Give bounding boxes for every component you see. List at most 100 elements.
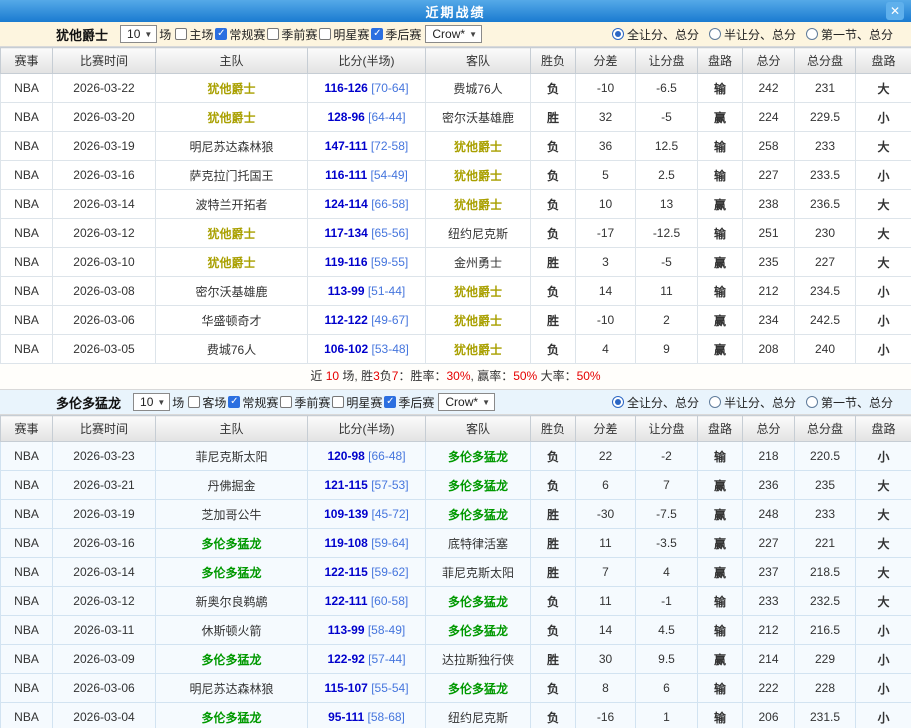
handicap-line-cell: -6.5: [636, 74, 698, 103]
total-points-cell: 236: [743, 471, 795, 500]
checkbox-label: 季后赛: [385, 26, 421, 43]
stat-mode-radio[interactable]: 第一节、总分: [806, 394, 893, 411]
league-cell: NBA: [1, 674, 53, 703]
full-score: 122-115: [324, 565, 367, 579]
point-diff-cell: -10: [576, 74, 636, 103]
checkbox-icon[interactable]: ✓: [384, 396, 396, 408]
point-diff-cell: 14: [576, 616, 636, 645]
handicap-result-cell: 输: [698, 442, 743, 471]
bookmaker-select[interactable]: Crow* ▼: [438, 393, 495, 411]
radio-icon[interactable]: [806, 28, 818, 40]
away-team-cell: 犹他爵士: [426, 306, 531, 335]
filter-checkbox[interactable]: 季前赛: [267, 26, 317, 43]
away-team-cell: 菲尼克斯太阳: [426, 558, 531, 587]
full-score: 121-115: [324, 478, 367, 492]
result-cell: 胜: [531, 500, 576, 529]
result-cell: 负: [531, 335, 576, 364]
point-diff-cell: 4: [576, 335, 636, 364]
away-team-cell: 费城76人: [426, 74, 531, 103]
matches-table: 赛事比赛时间主队比分(半场)客队胜负分差让分盘盘路总分总分盘盘路 NBA2026…: [0, 47, 911, 364]
total-line-cell: 230: [795, 219, 856, 248]
result-cell: 负: [531, 616, 576, 645]
stat-mode-radio[interactable]: 半让分、总分: [709, 394, 796, 411]
filter-checkbox[interactable]: ✓常规赛: [215, 26, 265, 43]
league-cell: NBA: [1, 190, 53, 219]
checkbox-icon[interactable]: ✓: [228, 396, 240, 408]
filter-checkbox[interactable]: 季前赛: [280, 394, 330, 411]
date-cell: 2026-03-10: [53, 248, 156, 277]
column-header: 让分盘: [636, 48, 698, 74]
result-cell: 胜: [531, 248, 576, 277]
handicap-result-cell: 赢: [698, 558, 743, 587]
table-body: NBA2026-03-23菲尼克斯太阳120-98 [66-48]多伦多猛龙负2…: [1, 442, 911, 728]
column-header: 总分: [743, 48, 795, 74]
checkbox-icon[interactable]: [267, 28, 279, 40]
full-score: 119-108: [324, 536, 367, 550]
total-points-cell: 258: [743, 132, 795, 161]
half-score: [54-49]: [371, 168, 408, 182]
games-count-select[interactable]: 10 ▼: [120, 25, 157, 43]
filter-checkbox[interactable]: ✓常规赛: [228, 394, 278, 411]
home-team-cell: 多伦多猛龙: [156, 529, 308, 558]
total-line-cell: 227: [795, 248, 856, 277]
over-under-cell: 小: [856, 674, 911, 703]
checkbox-icon[interactable]: [175, 28, 187, 40]
stat-mode-radio[interactable]: 半让分、总分: [709, 26, 796, 43]
checkbox-icon[interactable]: [332, 396, 344, 408]
home-team-cell: 犹他爵士: [156, 248, 308, 277]
checkbox-icon[interactable]: ✓: [215, 28, 227, 40]
match-row: NBA2026-03-16多伦多猛龙119-108 [59-64]底特律活塞胜1…: [1, 529, 911, 558]
total-line-cell: 221: [795, 529, 856, 558]
close-icon[interactable]: ✕: [886, 2, 904, 20]
total-points-cell: 248: [743, 500, 795, 529]
handicap-result-cell: 赢: [698, 306, 743, 335]
column-header: 主队: [156, 416, 308, 442]
summary-text: 3: [373, 369, 380, 383]
date-cell: 2026-03-16: [53, 529, 156, 558]
radio-icon[interactable]: [709, 396, 721, 408]
checkbox-icon[interactable]: [280, 396, 292, 408]
checkbox-icon[interactable]: [188, 396, 200, 408]
radio-icon[interactable]: [709, 28, 721, 40]
stat-mode-radio[interactable]: 全让分、总分: [612, 394, 699, 411]
match-row: NBA2026-03-19芝加哥公牛109-139 [45-72]多伦多猛龙胜-…: [1, 500, 911, 529]
filter-checkbox[interactable]: 客场: [188, 394, 226, 411]
filter-checkbox[interactable]: 明星赛: [319, 26, 369, 43]
stat-mode-radio[interactable]: 全让分、总分: [612, 26, 699, 43]
checkbox-label: 明星赛: [333, 26, 369, 43]
over-under-cell: 小: [856, 335, 911, 364]
radio-icon[interactable]: [612, 28, 624, 40]
handicap-result-cell: 输: [698, 674, 743, 703]
result-cell: 胜: [531, 103, 576, 132]
score-cell: 122-111 [60-58]: [308, 587, 426, 616]
handicap-line-cell: -7.5: [636, 500, 698, 529]
column-header: 总分盘: [795, 48, 856, 74]
match-row: NBA2026-03-12犹他爵士117-134 [65-56]纽约尼克斯负-1…: [1, 219, 911, 248]
score-cell: 128-96 [64-44]: [308, 103, 426, 132]
over-under-cell: 大: [856, 500, 911, 529]
checkbox-label: 季前赛: [281, 26, 317, 43]
team-name-label: 多伦多猛龙: [56, 393, 121, 412]
home-team-cell: 多伦多猛龙: [156, 703, 308, 728]
bookmaker-select[interactable]: Crow* ▼: [425, 25, 482, 43]
league-cell: NBA: [1, 103, 53, 132]
result-cell: 胜: [531, 306, 576, 335]
filter-checkbox[interactable]: ✓季后赛: [384, 394, 434, 411]
filter-checkbox[interactable]: ✓季后赛: [371, 26, 421, 43]
checkbox-icon[interactable]: ✓: [371, 28, 383, 40]
radio-icon[interactable]: [806, 396, 818, 408]
stat-mode-radio[interactable]: 第一节、总分: [806, 26, 893, 43]
handicap-line-cell: 1: [636, 703, 698, 728]
bookmaker-value: Crow*: [445, 395, 478, 409]
total-line-cell: 234.5: [795, 277, 856, 306]
total-points-cell: 222: [743, 674, 795, 703]
home-team-cell: 密尔沃基雄鹿: [156, 277, 308, 306]
games-count-select[interactable]: 10 ▼: [133, 393, 170, 411]
score-cell: 106-102 [53-48]: [308, 335, 426, 364]
filter-checkbox[interactable]: 明星赛: [332, 394, 382, 411]
checkbox-icon[interactable]: [319, 28, 331, 40]
score-cell: 115-107 [55-54]: [308, 674, 426, 703]
table-header-row: 赛事比赛时间主队比分(半场)客队胜负分差让分盘盘路总分总分盘盘路: [1, 48, 911, 74]
filter-checkbox[interactable]: 主场: [175, 26, 213, 43]
radio-icon[interactable]: [612, 396, 624, 408]
